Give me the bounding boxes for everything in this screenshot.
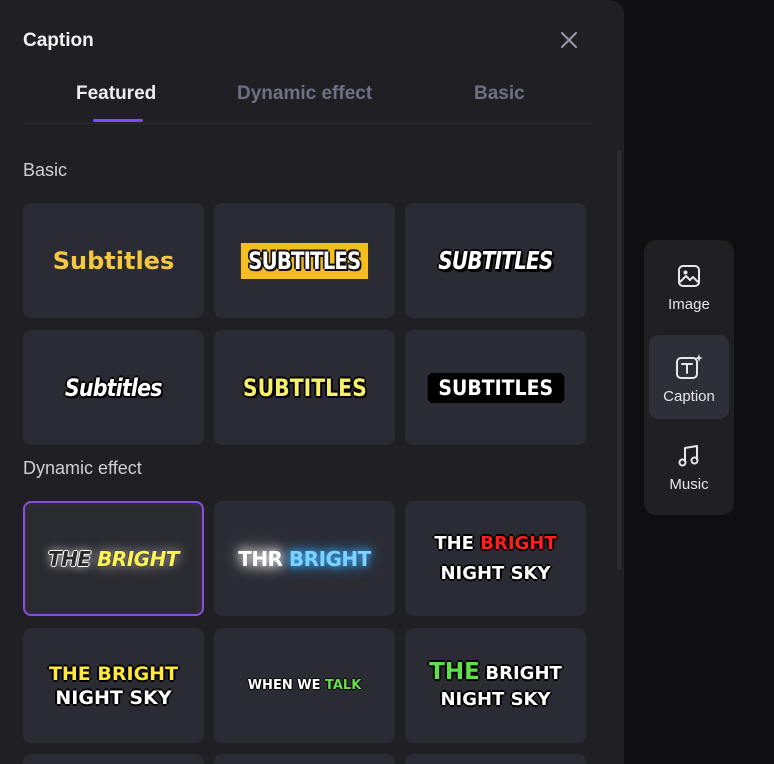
- caption-style-dynamic-7[interactable]: [23, 754, 204, 764]
- image-icon: [678, 265, 700, 287]
- caption-style-basic-4[interactable]: Subtitles: [23, 330, 204, 445]
- caption-preview-text: SUBTITLES: [427, 372, 564, 403]
- caption-word: NIGHT SKY: [55, 686, 172, 709]
- caption-style-basic-2[interactable]: SUBTITLES: [214, 203, 395, 318]
- toolbar-item-image[interactable]: Image: [649, 245, 729, 329]
- caption-style-dynamic-2[interactable]: THR BRIGHT: [214, 501, 395, 616]
- caption-style-basic-5[interactable]: SUBTITLES: [214, 330, 395, 445]
- caption-style-dynamic-8[interactable]: [214, 754, 395, 764]
- tab-bar: Featured Dynamic effect Basic: [0, 80, 624, 124]
- toolbar-label: Caption: [663, 388, 715, 405]
- section-title-dynamic-effect: Dynamic effect: [23, 458, 142, 478]
- caption-preview-text: Subtitles: [65, 373, 163, 402]
- caption-preview-text: THR BRIGHT: [238, 547, 371, 571]
- caption-style-dynamic-9[interactable]: [405, 754, 586, 764]
- caption-preview-text: SUBTITLES: [241, 242, 368, 279]
- caption-preview-text: THE BRIGHT NIGHT SKY: [49, 662, 178, 710]
- caption-panel: Caption Featured Dynamic effect Basic Ba…: [0, 0, 624, 764]
- caption-preview-text: SUBTITLES: [438, 246, 553, 275]
- caption-word: NIGHT SKY: [440, 562, 551, 584]
- caption-style-basic-1[interactable]: Subtitles: [23, 203, 204, 318]
- side-toolbar: Image Caption Music: [644, 240, 734, 515]
- caption-preview-text: SUBTITLES: [242, 373, 367, 402]
- music-note-icon: [678, 445, 699, 467]
- caption-preview-text: THE BRIGHT NIGHT SKY: [434, 529, 556, 589]
- caption-preview-text: Subtitles: [52, 246, 175, 275]
- caption-word: BRIGHT: [485, 662, 562, 684]
- caption-style-dynamic-1[interactable]: THE BRIGHT: [23, 501, 204, 616]
- caption-highlight-word: THE BRIGHT: [48, 662, 179, 685]
- caption-highlight-word: THE: [429, 658, 480, 685]
- caption-highlight-word: BRIGHT: [288, 546, 371, 571]
- toolbar-item-music[interactable]: Music: [649, 425, 729, 509]
- toolbar-item-caption[interactable]: Caption: [649, 335, 729, 419]
- caption-preview-text: THE BRIGHT NIGHT SKY: [429, 659, 562, 713]
- caption-highlight-word: BRIGHT: [97, 546, 179, 571]
- close-icon[interactable]: [558, 29, 580, 51]
- caption-text-icon: [676, 354, 703, 379]
- toolbar-label: Music: [669, 476, 709, 493]
- caption-style-basic-3[interactable]: SUBTITLES: [405, 203, 586, 318]
- caption-word: WHEN WE: [247, 678, 321, 693]
- caption-highlight-word: BRIGHT: [480, 532, 557, 554]
- caption-word: THR: [238, 546, 283, 571]
- section-title-basic: Basic: [23, 160, 68, 180]
- caption-highlight-word: TALK: [324, 678, 362, 693]
- caption-style-dynamic-6[interactable]: THE BRIGHT NIGHT SKY: [405, 628, 586, 743]
- tab-basic[interactable]: Basic: [474, 83, 525, 105]
- tab-dynamic-effect[interactable]: Dynamic effect: [237, 83, 372, 105]
- toolbar-label: Image: [668, 296, 710, 313]
- panel-title: Caption: [23, 30, 94, 51]
- tabs-divider: [23, 123, 593, 124]
- caption-preview-text: THE BRIGHT: [48, 547, 179, 571]
- caption-word: THE: [434, 532, 474, 554]
- caption-word: NIGHT SKY: [440, 688, 551, 710]
- selected-tile-inner: THE BRIGHT: [28, 506, 199, 611]
- active-tab-indicator: [93, 119, 143, 122]
- caption-preview-text: WHEN WE TALK: [248, 678, 362, 693]
- caption-style-dynamic-3[interactable]: THE BRIGHT NIGHT SKY: [405, 501, 586, 616]
- caption-style-dynamic-4[interactable]: THE BRIGHT NIGHT SKY: [23, 628, 204, 743]
- tab-featured[interactable]: Featured: [76, 83, 156, 105]
- scrollbar[interactable]: [617, 150, 621, 570]
- caption-style-basic-6[interactable]: SUBTITLES: [405, 330, 586, 445]
- caption-style-dynamic-5[interactable]: WHEN WE TALK: [214, 628, 395, 743]
- caption-word: THE: [48, 546, 91, 571]
